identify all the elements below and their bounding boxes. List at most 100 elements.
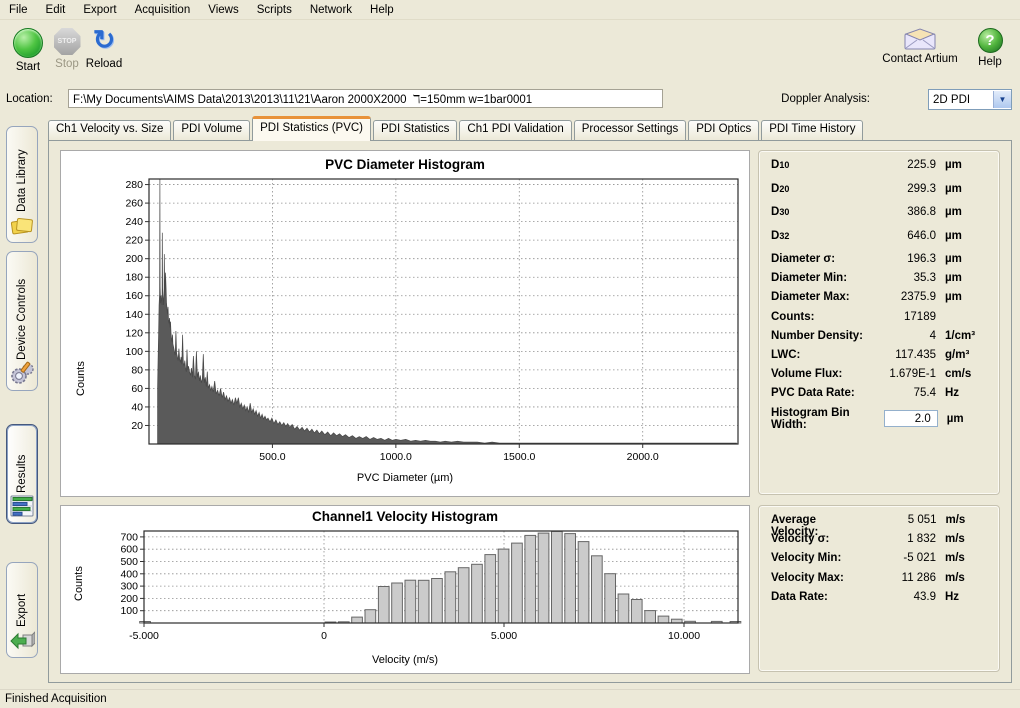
menu-export[interactable]: Export: [74, 2, 125, 18]
svg-text:400: 400: [120, 568, 138, 580]
menu-network[interactable]: Network: [301, 2, 361, 18]
tab-pdi-statistics[interactable]: PDI Statistics: [373, 120, 457, 140]
doppler-analysis-select[interactable]: 2D PDI ▼: [928, 89, 1012, 110]
stat-row: D32646.0µm: [771, 230, 989, 254]
reload-icon: ↻: [82, 27, 126, 55]
stat-unit: µm: [936, 253, 989, 265]
tab-pdi-optics[interactable]: PDI Optics: [688, 120, 759, 140]
svg-text:5.000: 5.000: [491, 630, 517, 642]
stat-label-subscript: 10: [779, 160, 789, 170]
status-text: Finished Acquisition: [5, 693, 107, 705]
stat-unit: Hz: [936, 591, 989, 603]
sidebar-item-label: Export: [16, 571, 28, 627]
stat-value: 1.679E-1: [864, 368, 936, 380]
stat-label: D: [771, 159, 779, 171]
help-icon: ?: [978, 28, 1003, 53]
stat-unit: Hz: [936, 387, 989, 399]
stat-row: LWC:117.435g/m³: [771, 349, 989, 368]
sidebar-item-results[interactable]: Results: [6, 424, 38, 524]
reload-button[interactable]: ↻ Reload: [82, 27, 126, 70]
stat-label: LWC:: [771, 349, 800, 361]
svg-text:700: 700: [120, 531, 138, 543]
stat-value: -5 021: [864, 552, 936, 564]
stat-row: Velocity Max:11 286m/s: [771, 572, 989, 591]
svg-text:280: 280: [125, 179, 143, 191]
tab-ch1-velocity-vs-size[interactable]: Ch1 Velocity vs. Size: [48, 120, 171, 140]
svg-text:600: 600: [120, 544, 138, 556]
menu-scripts[interactable]: Scripts: [248, 2, 301, 18]
sidebar-item-label: Results: [16, 433, 28, 493]
stat-row: D20299.3µm: [771, 183, 989, 207]
stat-value: 299.3: [864, 183, 936, 195]
stat-label: Velocity Min:: [771, 552, 841, 564]
contact-artium-button[interactable]: Contact Artium: [880, 26, 960, 65]
stat-row: Diameter σ:196.3µm: [771, 253, 989, 272]
svg-text:200: 200: [120, 593, 138, 605]
velocity-x-axis-label: Velocity (m/s): [61, 654, 749, 666]
tab-page-pdi-statistics-pvc: PVC Diameter Histogram Counts 2040608010…: [48, 140, 1012, 683]
stat-row: Diameter Min:35.3µm: [771, 272, 989, 291]
stat-unit: cm/s: [936, 368, 989, 380]
pvc-x-axis-label: PVC Diameter (µm): [61, 472, 749, 484]
start-button[interactable]: Start: [8, 28, 48, 73]
stat-value: 196.3: [864, 253, 936, 265]
menu-acquisition[interactable]: Acquisition: [126, 2, 200, 18]
svg-text:60: 60: [131, 383, 143, 395]
menu-edit[interactable]: Edit: [37, 2, 75, 18]
tab-pdi-statistics-pvc[interactable]: PDI Statistics (PVC): [252, 116, 371, 141]
tab-ch1-pdi-validation[interactable]: Ch1 PDI Validation: [459, 120, 571, 140]
stat-value: 35.3: [864, 272, 936, 284]
doppler-analysis-value: 2D PDI: [929, 94, 993, 106]
menu-help[interactable]: Help: [361, 2, 403, 18]
svg-text:0: 0: [321, 630, 327, 642]
svg-text:500.0: 500.0: [259, 451, 285, 463]
stat-value: 43.9: [864, 591, 936, 603]
stat-label: Counts:: [771, 311, 814, 323]
histogram-bin-width-input[interactable]: [884, 410, 938, 427]
doppler-analysis-label: Doppler Analysis:: [781, 93, 870, 105]
stop-icon: STOP: [54, 28, 81, 55]
svg-text:240: 240: [125, 216, 143, 228]
location-input[interactable]: [68, 89, 663, 108]
stop-label: Stop: [49, 58, 85, 70]
svg-text:1000.0: 1000.0: [380, 451, 412, 463]
stat-unit: µm: [936, 206, 989, 218]
menu-file[interactable]: File: [0, 2, 37, 18]
tab-pdi-volume[interactable]: PDI Volume: [173, 120, 250, 140]
tab-strip: Ch1 Velocity vs. Size PDI Volume PDI Sta…: [48, 118, 1012, 140]
help-label: Help: [968, 56, 1012, 68]
stop-button[interactable]: STOP Stop: [49, 28, 85, 70]
stat-unit: m/s: [936, 533, 989, 545]
stat-value: 117.435: [864, 349, 936, 361]
stat-label: Data Rate:: [771, 591, 828, 603]
chevron-down-icon[interactable]: ▼: [993, 91, 1011, 108]
stat-row: Volume Flux:1.679E-1cm/s: [771, 368, 989, 387]
svg-text:80: 80: [131, 364, 143, 376]
svg-text:10.000: 10.000: [668, 630, 700, 642]
stat-label-subscript: 30: [779, 207, 789, 217]
sidebar-item-data-library[interactable]: Data Library: [6, 126, 38, 243]
stat-row: Diameter Max:2375.9µm: [771, 291, 989, 310]
svg-text:300: 300: [120, 581, 138, 593]
pvc-diameter-histogram-plot: 2040608010012014016018020022024026028050…: [61, 151, 749, 473]
pvc-statistics-panel: D10225.9µm D20299.3µm D30386.8µm D32646.…: [758, 150, 1000, 495]
stat-label: D: [771, 183, 779, 195]
help-button[interactable]: ? Help: [968, 26, 1012, 68]
stat-unit: m/s: [936, 572, 989, 584]
svg-text:40: 40: [131, 401, 143, 413]
envelope-icon: [904, 28, 936, 50]
velocity-statistics-panel: Average Velocity:5 051m/s Velocity σ:1 8…: [758, 505, 1000, 672]
velocity-histogram-panel: Channel1 Velocity Histogram Counts 10020…: [60, 505, 750, 674]
svg-text:260: 260: [125, 198, 143, 210]
menu-views[interactable]: Views: [199, 2, 247, 18]
sidebar-item-device-controls[interactable]: Device Controls: [6, 251, 38, 391]
stat-value: 11 286: [864, 572, 936, 584]
tab-pdi-time-history[interactable]: PDI Time History: [761, 120, 863, 140]
status-bar: Finished Acquisition: [0, 689, 1020, 708]
export-arrow-icon: [9, 627, 35, 653]
svg-text:2000.0: 2000.0: [627, 451, 659, 463]
stat-row: PVC Data Rate:75.4Hz: [771, 387, 989, 406]
tab-processor-settings[interactable]: Processor Settings: [574, 120, 687, 140]
stat-unit: m/s: [936, 552, 989, 564]
sidebar-item-export[interactable]: Export: [6, 562, 38, 658]
